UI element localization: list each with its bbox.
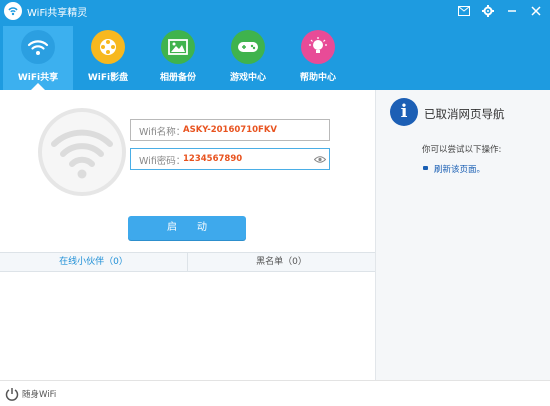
tab-online-friends[interactable]: 在线小伙伴（0） [0,253,188,272]
nav-game-center[interactable]: 游戏中心 [213,26,283,90]
film-reel-icon [91,30,125,64]
nav-label: 游戏中心 [229,73,266,83]
info-icon: i [390,98,418,126]
close-button[interactable] [528,3,544,19]
gamepad-icon [231,30,265,64]
wifi-status-icon [38,108,126,196]
power-icon [5,388,19,401]
active-indicator [31,83,45,90]
wifi-password-label: Wifi密码： [139,156,186,167]
main-panel: Wifi名称： ASKY-20160710FKV Wifi密码： 1234567… [0,90,375,380]
portable-wifi-button[interactable]: 随身WiFi [5,387,56,401]
nav-label: WiFi共享 [17,73,59,83]
wifi-name-label: Wifi名称： [139,127,186,138]
wifi-password-value: 1234567890 [183,154,243,164]
settings-gear-icon[interactable] [480,3,496,19]
nav-label: 帮助中心 [299,73,336,83]
bullet-icon [423,166,428,170]
device-tabs: 在线小伙伴（0） 黑名单（0） [0,252,375,272]
show-password-eye-icon[interactable] [313,154,327,167]
minimize-button[interactable] [504,3,520,19]
mail-icon[interactable] [456,3,472,19]
photo-icon [161,30,195,64]
nav-label: WiFi影盘 [87,73,129,83]
wifi-name-value: ASKY-20160710FKV [183,125,278,135]
start-button[interactable]: 启 动 [128,216,246,240]
wifi-password-field[interactable]: Wifi密码： 1234567890 [130,148,330,170]
lightbulb-icon [301,30,335,64]
footer-bar: 随身WiFi [0,380,550,406]
refresh-page-link[interactable]: 刷新该页面。 [434,163,485,175]
wifi-name-field[interactable]: Wifi名称： ASKY-20160710FKV [130,119,330,141]
side-title: 已取消网页导航 [424,107,505,121]
wifi-icon [21,30,55,64]
navigation-cancelled-panel: i 已取消网页导航 你可以尝试以下操作: 刷新该页面。 [375,90,550,380]
title-bar[interactable]: WiFi共享精灵 [0,0,550,22]
side-hint: 你可以尝试以下操作: [422,145,502,155]
app-title: WiFi共享精灵 [27,8,88,19]
nav-wifi-disk[interactable]: WiFi影盘 [73,26,143,90]
nav-label: 相册备份 [159,73,196,83]
nav-photo-backup[interactable]: 相册备份 [143,26,213,90]
header-bar: WiFi共享精灵 WiFi共享 WiFi影盘 相册备份 游戏中心 帮助中心 [0,0,550,90]
tab-blacklist[interactable]: 黑名单（0） [188,253,375,272]
footer-label: 随身WiFi [22,390,57,400]
app-logo-icon [4,2,22,20]
nav-wifi-share[interactable]: WiFi共享 [3,26,73,90]
nav-help-center[interactable]: 帮助中心 [283,26,353,90]
main-nav: WiFi共享 WiFi影盘 相册备份 游戏中心 帮助中心 [0,26,550,90]
